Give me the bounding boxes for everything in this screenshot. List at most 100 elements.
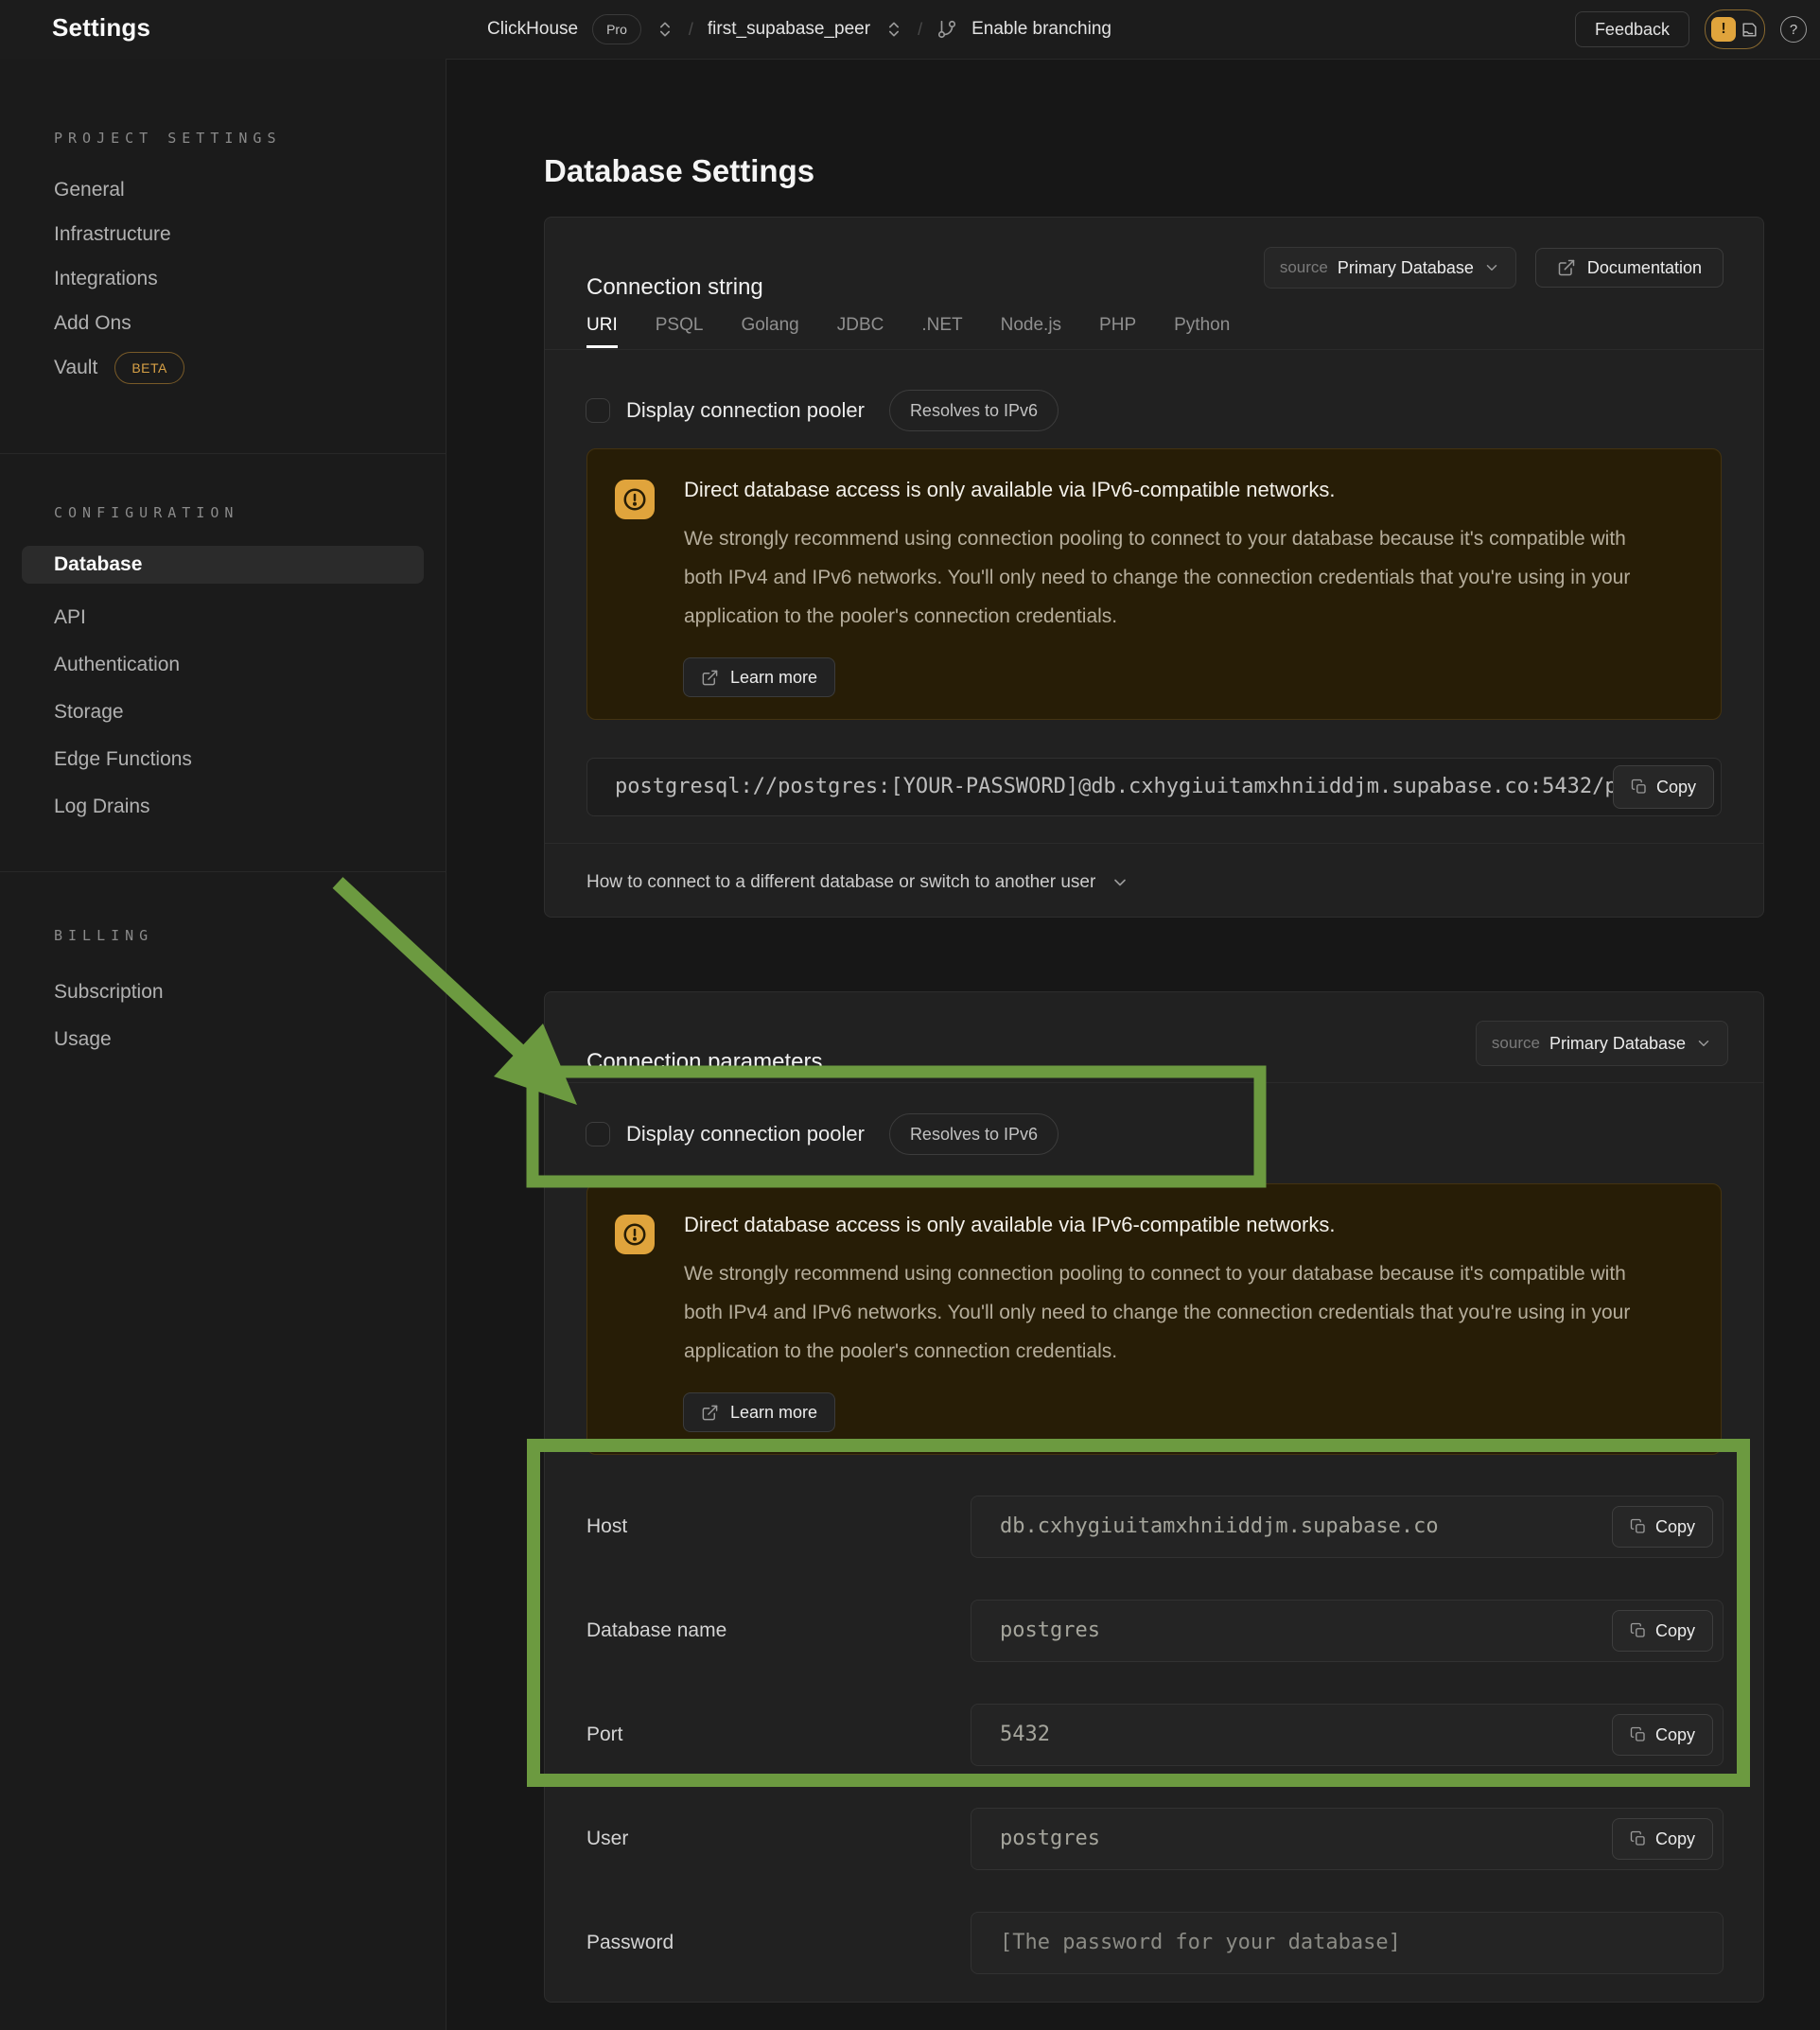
host-value[interactable]: db.cxhygiuitamxhniiddjm.supabase.co (971, 1496, 1723, 1557)
sidebar-item-edge-functions[interactable]: Edge Functions (22, 736, 424, 783)
help-button[interactable]: ? (1780, 16, 1807, 43)
copy-label: Copy (1656, 778, 1696, 797)
alert-icon (615, 480, 655, 519)
tab-golang[interactable]: Golang (741, 315, 798, 348)
display-pooler-checkbox[interactable] (586, 1122, 610, 1146)
notification-avatar-button[interactable]: ! (1705, 9, 1765, 49)
password-field[interactable]: [The password for your database] (971, 1912, 1724, 1974)
copy-button[interactable]: Copy (1612, 1818, 1713, 1860)
field-label: Host (586, 1515, 971, 1538)
breadcrumb-separator: / (918, 20, 922, 40)
switch-database-expander[interactable]: How to connect to a different database o… (586, 864, 1129, 901)
sidebar-item-subscription[interactable]: Subscription (22, 969, 424, 1016)
alert-icon: ! (1711, 17, 1736, 42)
source-select-value: Primary Database (1338, 258, 1474, 278)
tab-php[interactable]: PHP (1099, 315, 1136, 348)
connection-string-tabs: URI PSQL Golang JDBC .NET Node.js PHP Py… (586, 315, 1230, 348)
source-select[interactable]: source Primary Database (1264, 247, 1516, 289)
section-title: CONFIGURATION (54, 504, 424, 521)
tab-uri[interactable]: URI (586, 315, 618, 348)
breadcrumb: ClickHouse Pro / first_supabase_peer / E… (487, 0, 1111, 59)
copy-icon (1631, 779, 1648, 796)
section-title: BILLING (54, 927, 424, 944)
learn-more-label: Learn more (730, 1403, 817, 1423)
sidebar-item-label: Vault (54, 357, 97, 379)
pooler-checkbox-row: Display connection pooler Resolves to IP… (586, 386, 1059, 435)
breadcrumb-separator: / (689, 20, 693, 40)
sidebar-item-usage[interactable]: Usage (22, 1016, 424, 1063)
tab-python[interactable]: Python (1174, 315, 1230, 348)
warning-title: Direct database access is only available… (684, 1213, 1335, 1237)
warning-body: We strongly recommend using connection p… (684, 1254, 1639, 1371)
plan-badge: Pro (592, 14, 641, 44)
sidebar-item-infrastructure[interactable]: Infrastructure (22, 212, 424, 256)
tab-nodejs[interactable]: Node.js (1001, 315, 1061, 348)
connection-parameter-fields: Host db.cxhygiuitamxhniiddjm.supabase.co… (586, 1496, 1724, 2016)
copy-icon (1630, 1518, 1647, 1535)
header-actions: Feedback ! ? (1575, 0, 1807, 59)
copy-button[interactable]: Copy (1612, 1610, 1713, 1652)
sidebar-item-log-drains[interactable]: Log Drains (22, 783, 424, 831)
project-name[interactable]: first_supabase_peer (708, 19, 870, 40)
connection-uri-field: postgresql://postgres:[YOUR-PASSWORD]@db… (586, 758, 1722, 816)
chevron-down-icon (1111, 873, 1129, 892)
copy-label: Copy (1655, 1725, 1695, 1745)
source-select[interactable]: source Primary Database (1476, 1021, 1728, 1066)
port-value[interactable]: 5432 (971, 1705, 1723, 1765)
warning-body: We strongly recommend using connection p… (684, 519, 1639, 636)
inbox-icon (1741, 21, 1759, 39)
ipv6-badge: Resolves to IPv6 (889, 390, 1059, 431)
sidebar-item-vault[interactable]: Vault BETA (22, 345, 424, 390)
user-field: postgres Copy (971, 1808, 1724, 1870)
chevron-down-icon (1483, 259, 1500, 276)
alert-icon (615, 1215, 655, 1254)
pooler-checkbox-row: Display connection pooler Resolves to IP… (586, 1110, 1059, 1159)
port-row: Port 5432 Copy (586, 1704, 1724, 1766)
host-field: db.cxhygiuitamxhniiddjm.supabase.co Copy (971, 1496, 1724, 1558)
sidebar-item-general[interactable]: General (22, 167, 424, 212)
copy-button[interactable]: Copy (1613, 765, 1714, 809)
sidebar-item-authentication[interactable]: Authentication (22, 641, 424, 689)
sidebar-item-api[interactable]: API (22, 594, 424, 641)
field-label: Port (586, 1724, 971, 1746)
chevrons-up-down-icon[interactable] (656, 20, 674, 39)
tab-jdbc[interactable]: JDBC (837, 315, 884, 348)
documentation-button[interactable]: Documentation (1535, 248, 1724, 288)
switch-database-label: How to connect to a different database o… (586, 872, 1095, 893)
copy-button[interactable]: Copy (1612, 1714, 1713, 1756)
ipv6-warning-banner: Direct database access is only available… (586, 448, 1722, 720)
learn-more-button[interactable]: Learn more (683, 657, 835, 697)
learn-more-button[interactable]: Learn more (683, 1392, 835, 1432)
user-value[interactable]: postgres (971, 1809, 1723, 1869)
card-title: Connection parameters (586, 1049, 822, 1076)
sidebar-item-storage[interactable]: Storage (22, 689, 424, 736)
password-placeholder: [The password for your database] (971, 1913, 1723, 1973)
sidebar-item-add-ons[interactable]: Add Ons (22, 301, 424, 345)
copy-button[interactable]: Copy (1612, 1506, 1713, 1548)
source-select-label: source (1492, 1034, 1540, 1053)
sidebar-section-configuration: CONFIGURATION Database API Authenticatio… (0, 454, 446, 872)
display-pooler-checkbox[interactable] (586, 398, 610, 423)
chevrons-up-down-icon[interactable] (884, 20, 903, 39)
top-bar: Settings ClickHouse Pro / first_supabase… (0, 0, 1820, 60)
beta-badge: BETA (114, 352, 184, 384)
connection-parameters-card: Connection parameters source Primary Dat… (544, 991, 1764, 2003)
sidebar-item-integrations[interactable]: Integrations (22, 256, 424, 301)
enable-branching-label[interactable]: Enable branching (971, 19, 1111, 40)
host-row: Host db.cxhygiuitamxhniiddjm.supabase.co… (586, 1496, 1724, 1558)
sidebar-item-database[interactable]: Database (22, 546, 424, 584)
learn-more-label: Learn more (730, 668, 817, 688)
display-pooler-label: Display connection pooler (626, 398, 865, 423)
tab-psql[interactable]: PSQL (656, 315, 704, 348)
display-pooler-label: Display connection pooler (626, 1122, 865, 1146)
org-name[interactable]: ClickHouse (487, 19, 578, 40)
connection-uri-value[interactable]: postgresql://postgres:[YOUR-PASSWORD]@db… (587, 759, 1721, 815)
copy-icon (1630, 1726, 1647, 1743)
chevron-down-icon (1695, 1035, 1712, 1052)
copy-icon (1630, 1830, 1647, 1847)
source-select-label: source (1280, 258, 1328, 277)
tab-dotnet[interactable]: .NET (921, 315, 962, 348)
database-name-value[interactable]: postgres (971, 1601, 1723, 1661)
feedback-button[interactable]: Feedback (1575, 11, 1689, 47)
sidebar-section-billing: BILLING Subscription Usage (0, 872, 446, 1063)
